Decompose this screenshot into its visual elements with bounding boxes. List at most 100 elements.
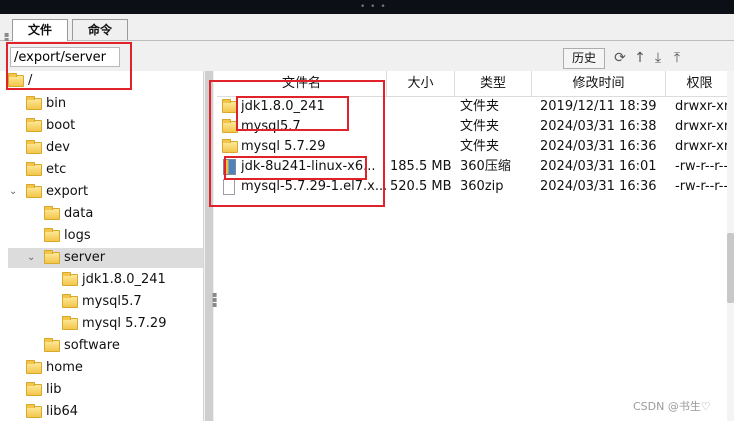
tree-item-label: lib [46,382,62,397]
file-name: mysql-5.7.29-1.el7.x... [241,179,386,194]
file-name: mysql5.7 [241,119,301,134]
tree-item-label: jdk1.8.0_241 [82,272,166,287]
pane-splitter[interactable]: ▪ ▪ ▪ [212,291,217,309]
tree-item-label: logs [64,228,91,243]
file-name: mysql 5.7.29 [241,139,326,154]
tab-commands[interactable]: 命令 [72,19,128,40]
column-header-permissions[interactable]: 权限 [666,71,734,97]
file-permissions: drwxr-xr-x [675,139,734,154]
tree-item-logs[interactable]: logs [0,226,203,246]
file-size: 520.5 MB [390,179,452,194]
file-modified: 2024/03/31 16:36 [540,179,657,194]
download-icon[interactable]: ⤓ [650,50,666,66]
chevron-down-icon[interactable]: ⌄ [27,248,35,268]
tree-item-label: dev [46,140,70,155]
folder-icon [62,272,78,286]
tree-item-label: / [28,73,33,88]
tree-item-label: lib64 [46,404,79,419]
tree-item-lib64[interactable]: lib64 [0,402,203,421]
folder-icon [26,184,42,198]
path-input[interactable] [10,47,120,67]
folder-icon [26,404,42,418]
table-row[interactable]: jdk1.8.0_241 文件夹 2019/12/11 18:39 drwxr-… [217,97,734,117]
scrollbar-thumb[interactable] [205,71,213,421]
tab-files[interactable]: 文件 [12,19,68,41]
upload-icon[interactable]: ⤒ [669,50,685,66]
drag-handle-dots[interactable]: • • • [360,2,387,12]
file-icon [223,179,235,195]
folder-icon [62,294,78,308]
folder-icon [26,118,42,132]
tree-item-jdk[interactable]: jdk1.8.0_241 [0,270,203,290]
tree-item-data[interactable]: data [0,204,203,224]
folder-icon [222,119,238,133]
tree-item-boot[interactable]: boot [0,116,203,136]
file-size: 185.5 MB [390,159,452,174]
scrollbar-thumb[interactable] [727,233,734,303]
file-type: 360zip [460,179,504,194]
tree-item-label: bin [46,96,67,111]
file-type: 文件夹 [460,139,500,154]
folder-icon [8,73,24,87]
tree-item-software[interactable]: software [0,336,203,356]
folder-icon [26,140,42,154]
folder-icon [44,228,60,242]
file-name: jdk1.8.0_241 [241,99,325,114]
column-header-size[interactable]: 大小 [387,71,455,97]
tree-item-mysql5729[interactable]: mysql 5.7.29 [0,314,203,334]
file-type: 文件夹 [460,119,500,134]
tree-item-bin[interactable]: bin [0,94,203,114]
chevron-down-icon[interactable]: ⌄ [9,182,17,202]
tree-scrollbar[interactable] [203,71,214,421]
column-header-type[interactable]: 类型 [455,71,532,97]
file-permissions: drwxr-xr-x [675,119,734,134]
tree-item-lib[interactable]: lib [0,380,203,400]
file-modified: 2019/12/11 18:39 [540,99,657,114]
file-modified: 2024/03/31 16:38 [540,119,657,134]
column-header-name[interactable]: 文件名 [217,71,387,97]
tree-item-label: export [46,184,89,199]
folder-icon [26,382,42,396]
file-list-scrollbar[interactable] [727,71,734,421]
tree-item-mysql57[interactable]: mysql5.7 [0,292,203,312]
folder-icon [44,250,60,264]
window-top-band: • • • [0,0,734,14]
tree-item-label: mysql5.7 [82,294,142,309]
tree-item-server[interactable]: ⌄ server [8,248,203,268]
tree-item-home[interactable]: home [0,358,203,378]
tab-bar: ▪▪▪▪ 文件 命令 [0,14,734,54]
tree-item-label: data [64,206,94,221]
archive-icon [223,159,236,175]
folder-icon [44,338,60,352]
table-row[interactable]: mysql5.7 文件夹 2024/03/31 16:38 drwxr-xr-x [217,117,734,137]
file-type: 文件夹 [460,99,500,114]
tree-item-dev[interactable]: dev [0,138,203,158]
folder-icon [26,96,42,110]
folder-icon [26,162,42,176]
file-permissions: drwxr-xr-x [675,99,734,114]
history-button[interactable]: 历史 [563,48,605,69]
tree-item-root[interactable]: / [0,71,203,91]
folder-icon [26,360,42,374]
file-type: 360压缩 [460,159,511,174]
tree-item-export[interactable]: ⌄ export [0,182,203,202]
column-header-modified[interactable]: 修改时间 [532,71,666,97]
table-row[interactable]: mysql 5.7.29 文件夹 2024/03/31 16:36 drwxr-… [217,137,734,157]
folder-icon [222,139,238,153]
file-permissions: -rw-r--r-- [675,159,729,174]
watermark: CSDN @书生♡ [633,400,711,413]
tree-item-label: software [64,338,120,353]
table-row[interactable]: jdk-8u241-linux-x6... 185.5 MB 360压缩 202… [217,157,734,177]
tree-item-etc[interactable]: etc [0,160,203,180]
directory-tree: / bin boot dev etc ⌄ export data logs ⌄ … [0,71,203,421]
up-arrow-icon[interactable]: ↑ [632,50,648,66]
folder-icon [62,316,78,330]
tree-item-label: server [64,250,106,265]
table-row[interactable]: mysql-5.7.29-1.el7.x... 520.5 MB 360zip … [217,177,734,197]
tree-item-label: etc [46,162,67,177]
folder-icon [222,99,238,113]
file-list: 文件名 大小 类型 修改时间 权限 jdk1.8.0_241 文件夹 2019/… [217,71,734,421]
folder-icon [44,206,60,220]
refresh-icon[interactable]: ⟳ [612,50,628,66]
tree-item-label: boot [46,118,76,133]
